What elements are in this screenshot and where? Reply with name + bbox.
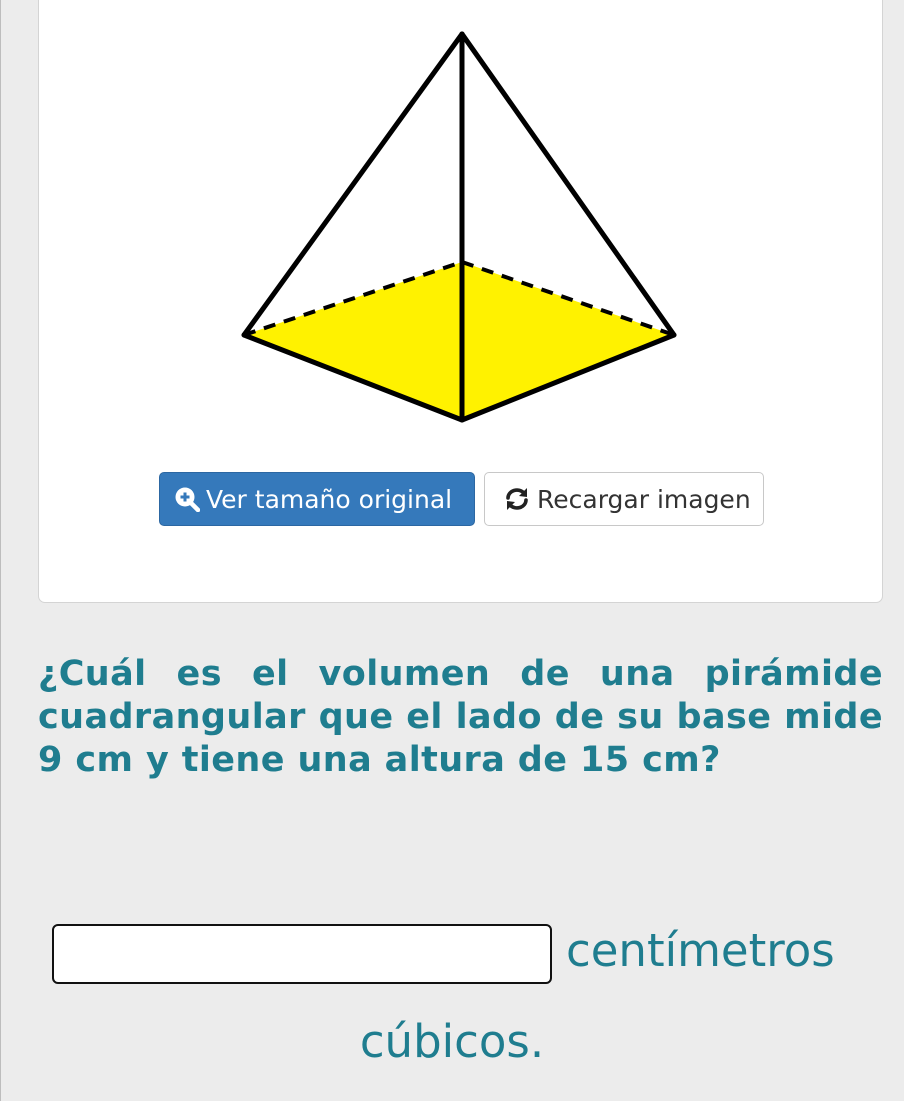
question-text: ¿Cuál es el volumen de una pirámide cuad… [38, 654, 883, 780]
unit-label-line2: cúbicos. [359, 1015, 545, 1068]
answer-input[interactable] [52, 924, 552, 984]
view-original-size-button[interactable]: Ver tamaño original [159, 472, 475, 526]
view-original-size-label: Ver tamaño original [206, 484, 453, 514]
reload-image-button[interactable]: Recargar imagen [484, 472, 764, 526]
square-pyramid-figure [241, 31, 677, 423]
refresh-icon [503, 486, 531, 512]
search-plus-icon [174, 486, 200, 512]
reload-image-label: Recargar imagen [537, 484, 751, 514]
pyramid-base [244, 262, 674, 420]
unit-label-line1: centímetros [566, 924, 835, 977]
